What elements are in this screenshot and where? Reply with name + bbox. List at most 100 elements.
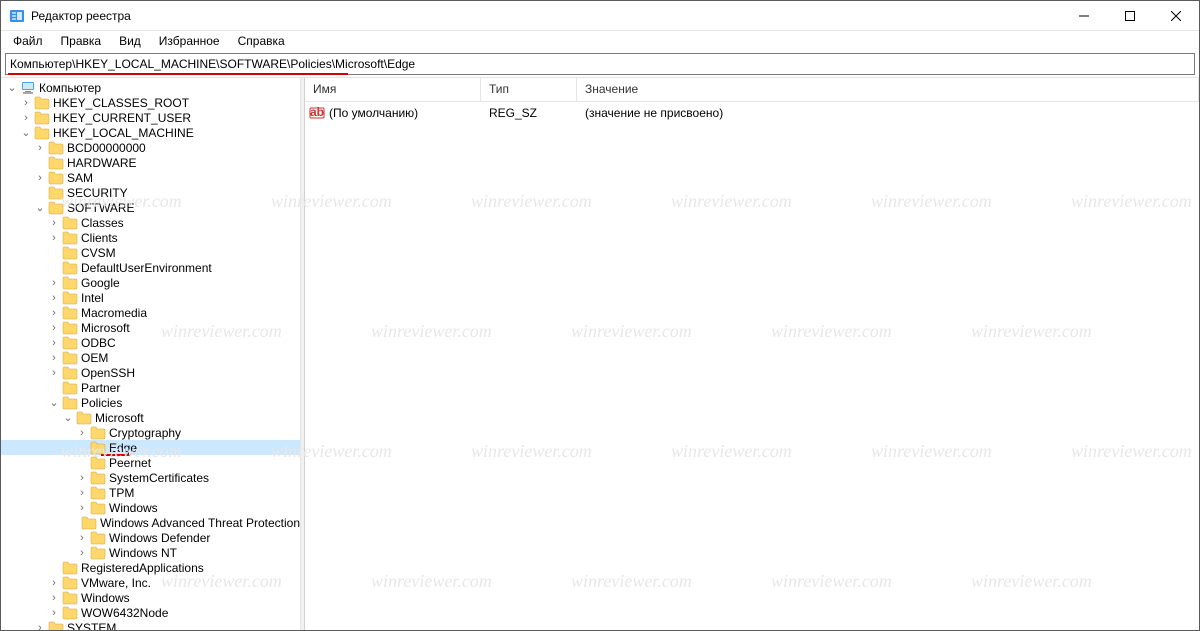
expand-icon[interactable]: ⌄: [33, 201, 47, 214]
expand-icon[interactable]: ›: [47, 367, 61, 379]
expand-icon[interactable]: ›: [75, 427, 89, 439]
tree-intel[interactable]: › Intel: [1, 290, 300, 305]
list-header: Имя Тип Значение: [305, 78, 1199, 102]
tree-watp[interactable]: Windows Advanced Threat Protection: [1, 515, 300, 530]
tree-policies-microsoft[interactable]: ⌄ Microsoft: [1, 410, 300, 425]
menu-help[interactable]: Справка: [230, 32, 293, 50]
tree-root[interactable]: ⌄ Компьютер: [1, 80, 300, 95]
expand-icon[interactable]: ›: [33, 142, 47, 154]
col-type[interactable]: Тип: [481, 78, 577, 101]
tree-label: Macromedia: [81, 306, 147, 320]
menu-edit[interactable]: Правка: [53, 32, 110, 50]
expand-icon[interactable]: ⌄: [19, 126, 33, 139]
expand-icon[interactable]: ›: [75, 487, 89, 499]
tree-macromedia[interactable]: › Macromedia: [1, 305, 300, 320]
tree-sw-windows[interactable]: › Windows: [1, 590, 300, 605]
expand-icon[interactable]: ›: [47, 232, 61, 244]
tree-label: WOW6432Node: [81, 606, 168, 620]
tree-label: Cryptography: [109, 426, 181, 440]
tree-wow64[interactable]: › WOW6432Node: [1, 605, 300, 620]
tree-regapps[interactable]: RegisteredApplications: [1, 560, 300, 575]
tree-hardware[interactable]: HARDWARE: [1, 155, 300, 170]
close-button[interactable]: [1153, 1, 1199, 30]
tree-openssh[interactable]: › OpenSSH: [1, 365, 300, 380]
expand-icon[interactable]: ›: [47, 337, 61, 349]
value-name: (По умолчанию): [329, 106, 489, 120]
expand-icon[interactable]: ›: [75, 472, 89, 484]
tree-defender[interactable]: › Windows Defender: [1, 530, 300, 545]
tree-tpm[interactable]: › TPM: [1, 485, 300, 500]
tree-clients[interactable]: › Clients: [1, 230, 300, 245]
tree-label: Microsoft: [95, 411, 144, 425]
expand-icon[interactable]: ›: [47, 577, 61, 589]
expand-icon[interactable]: ›: [47, 217, 61, 229]
expand-icon[interactable]: ›: [47, 607, 61, 619]
tree-system[interactable]: › SYSTEM: [1, 620, 300, 630]
tree-hklm[interactable]: ⌄ HKEY_LOCAL_MACHINE: [1, 125, 300, 140]
tree-software[interactable]: ⌄ SOFTWARE: [1, 200, 300, 215]
tree-hkcu[interactable]: › HKEY_CURRENT_USER: [1, 110, 300, 125]
tree-label: Policies: [81, 396, 122, 410]
expand-icon[interactable]: ›: [75, 547, 89, 559]
menu-favorites[interactable]: Избранное: [151, 32, 228, 50]
expand-icon[interactable]: ›: [19, 97, 33, 109]
expand-icon[interactable]: ⌄: [47, 396, 61, 409]
tree-label: BCD00000000: [67, 141, 146, 155]
expand-icon[interactable]: ⌄: [61, 411, 75, 424]
tree-peernet[interactable]: Peernet: [1, 455, 300, 470]
tree-partner[interactable]: Partner: [1, 380, 300, 395]
tree-vmware[interactable]: › VMware, Inc.: [1, 575, 300, 590]
maximize-button[interactable]: [1107, 1, 1153, 30]
expand-icon[interactable]: ⌄: [5, 81, 19, 94]
tree-google[interactable]: › Google: [1, 275, 300, 290]
tree-label: VMware, Inc.: [81, 576, 151, 590]
annotation-underline: [8, 73, 348, 75]
tree-label: SOFTWARE: [67, 201, 135, 215]
tree-edge[interactable]: Edge: [1, 440, 300, 455]
tree-label: Windows Advanced Threat Protection: [100, 516, 300, 530]
menu-file[interactable]: Файл: [5, 32, 51, 50]
expand-icon[interactable]: ›: [47, 352, 61, 364]
tree-label: HKEY_LOCAL_MACHINE: [53, 126, 194, 140]
values-list: Имя Тип Значение ab (По умолчанию) REG_S…: [305, 78, 1199, 630]
tree-bcd[interactable]: › BCD00000000: [1, 140, 300, 155]
expand-icon[interactable]: ›: [47, 322, 61, 334]
tree-classes[interactable]: › Classes: [1, 215, 300, 230]
tree-policies[interactable]: ⌄ Policies: [1, 395, 300, 410]
tree-label: ODBC: [81, 336, 116, 350]
tree-label: HKEY_CURRENT_USER: [53, 111, 191, 125]
tree-label: Windows NT: [109, 546, 177, 560]
value-row[interactable]: ab (По умолчанию) REG_SZ (значение не пр…: [305, 104, 1199, 122]
tree-hkcr[interactable]: › HKEY_CLASSES_ROOT: [1, 95, 300, 110]
tree-winnt[interactable]: › Windows NT: [1, 545, 300, 560]
tree-view[interactable]: ⌄ Компьютер › HKEY_CLASSES_ROOT › HKEY_C…: [1, 78, 301, 630]
tree-label: Clients: [81, 231, 118, 245]
tree-odbc[interactable]: › ODBC: [1, 335, 300, 350]
tree-oem[interactable]: › OEM: [1, 350, 300, 365]
minimize-button[interactable]: [1061, 1, 1107, 30]
expand-icon[interactable]: ›: [33, 172, 47, 184]
tree-systemcerts[interactable]: › SystemCertificates: [1, 470, 300, 485]
tree-microsoft[interactable]: › Microsoft: [1, 320, 300, 335]
tree-due[interactable]: DefaultUserEnvironment: [1, 260, 300, 275]
col-value[interactable]: Значение: [577, 78, 1199, 101]
tree-label: SYSTEM: [67, 621, 116, 631]
tree-cvsm[interactable]: CVSM: [1, 245, 300, 260]
value-data: (значение не присвоено): [585, 106, 723, 120]
expand-icon[interactable]: ›: [19, 112, 33, 124]
tree-sam[interactable]: › SAM: [1, 170, 300, 185]
expand-icon[interactable]: ›: [47, 307, 61, 319]
address-bar[interactable]: Компьютер\HKEY_LOCAL_MACHINE\SOFTWARE\Po…: [5, 53, 1195, 75]
expand-icon[interactable]: ›: [47, 277, 61, 289]
expand-icon[interactable]: ›: [47, 292, 61, 304]
expand-icon[interactable]: ›: [75, 502, 89, 514]
expand-icon[interactable]: ›: [33, 622, 47, 631]
tree-pol-windows[interactable]: › Windows: [1, 500, 300, 515]
expand-icon[interactable]: ›: [75, 532, 89, 544]
tree-security[interactable]: SECURITY: [1, 185, 300, 200]
expand-icon[interactable]: ›: [47, 592, 61, 604]
tree-cryptography[interactable]: › Cryptography: [1, 425, 300, 440]
col-name[interactable]: Имя: [305, 78, 481, 101]
tree-label: SECURITY: [67, 186, 128, 200]
menu-view[interactable]: Вид: [111, 32, 149, 50]
